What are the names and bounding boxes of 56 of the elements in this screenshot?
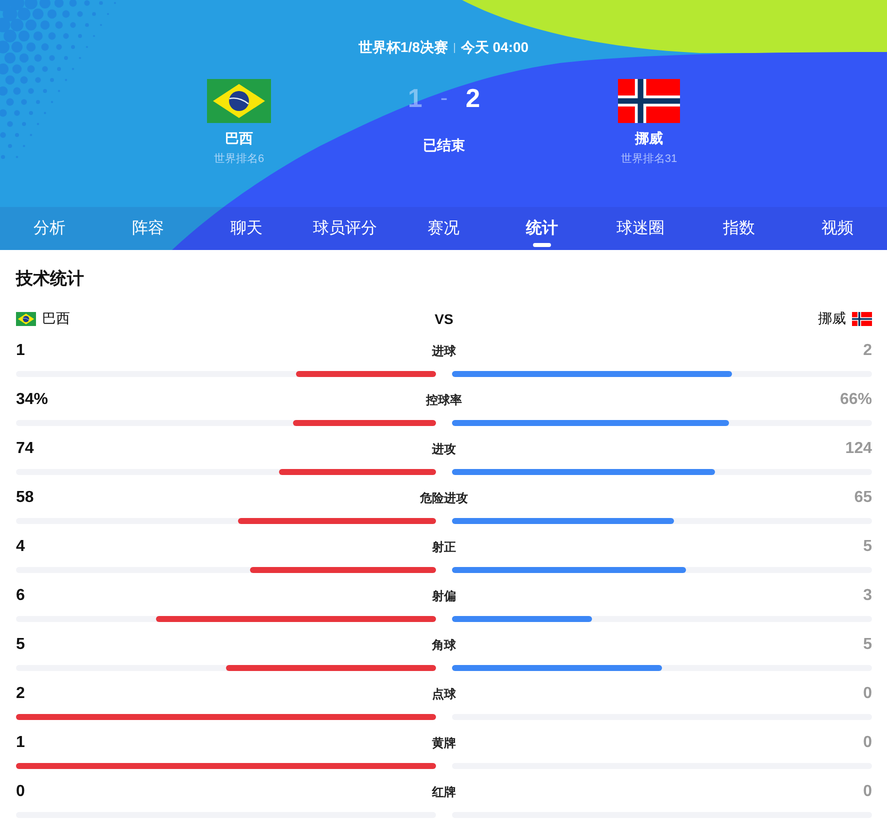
- norway-flag-icon: [618, 79, 680, 123]
- brazil-flag-icon: [16, 312, 36, 326]
- away-score: 2: [466, 82, 480, 114]
- stat-value: 1: [16, 342, 25, 360]
- team-name: 挪威: [818, 310, 846, 328]
- stat-label: 射正: [432, 538, 456, 556]
- match-time: 今天 04:00: [460, 39, 529, 57]
- stat-label: 射偏: [432, 588, 456, 604]
- tab[interactable]: 分析: [0, 207, 99, 250]
- stat-value: 5: [16, 636, 25, 654]
- stat-value: 0: [863, 734, 872, 752]
- stat-value: 124: [845, 440, 872, 458]
- stat-label: 危险进攻: [420, 490, 468, 506]
- tab[interactable]: 赛况: [394, 207, 493, 250]
- stat-label: 进攻: [432, 440, 456, 458]
- stat-value: 2: [863, 342, 872, 360]
- team-name: 巴西: [42, 310, 70, 328]
- score-separator: -: [440, 84, 448, 112]
- stat-label: 点球: [432, 686, 456, 702]
- brazil-flag-icon: [207, 79, 271, 123]
- stat-label: 黄牌: [432, 734, 456, 752]
- stat-value: 2: [16, 685, 25, 703]
- norway-flag-icon: [852, 312, 872, 326]
- stat-value: 65: [854, 489, 872, 507]
- stat-label: 角球: [432, 636, 456, 654]
- stat-value: 34%: [16, 391, 48, 409]
- team-name: 巴西: [225, 129, 253, 148]
- stat-value: 0: [16, 783, 25, 801]
- team-name: 挪威: [635, 129, 663, 148]
- team-rank: 世界排名31: [620, 152, 678, 167]
- stat-value: 4: [16, 538, 25, 556]
- stat-label: 控球率: [426, 392, 462, 408]
- stat-value: 6: [16, 587, 25, 605]
- stat-value: 58: [16, 489, 34, 507]
- tab[interactable]: 视频: [788, 207, 887, 250]
- stat-value: 74: [16, 440, 34, 458]
- stat-label: 进球: [432, 342, 456, 360]
- match-status: 已结束: [423, 136, 465, 155]
- stat-value: 66%: [840, 391, 872, 409]
- tab[interactable]: 聊天: [197, 207, 296, 250]
- stat-value: 1: [16, 734, 25, 752]
- stat-value: 0: [863, 685, 872, 703]
- team-rank: 世界排名6: [214, 152, 264, 167]
- stat-value: 5: [863, 538, 872, 556]
- tab[interactable]: 球迷圈: [591, 207, 690, 250]
- stat-label: 红牌: [432, 784, 456, 800]
- competition-name: 世界杯1/8决赛: [358, 39, 448, 57]
- section-title: 技术统计: [16, 268, 85, 290]
- stat-value: 5: [863, 636, 872, 654]
- stat-value: 3: [863, 587, 872, 605]
- tab[interactable]: 阵容: [98, 207, 198, 250]
- vs-label: VS: [434, 311, 454, 327]
- stat-value: 0: [863, 783, 872, 801]
- tab[interactable]: 指数: [690, 207, 788, 250]
- tab[interactable]: 统计: [492, 207, 592, 250]
- tab[interactable]: 球员评分: [296, 207, 394, 250]
